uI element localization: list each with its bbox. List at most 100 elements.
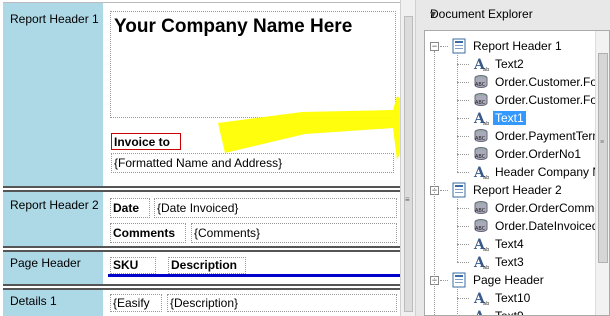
- tree-item[interactable]: AabcText3: [473, 253, 597, 271]
- band-area-report-header-2[interactable]: Date {Date Invoiced} Comments {Comments}: [103, 192, 400, 246]
- svg-text:ABC: ABC: [475, 100, 486, 106]
- svg-text:ABC: ABC: [475, 154, 486, 160]
- database-field-icon: ABC: [473, 92, 489, 108]
- document-tree[interactable]: Report Header 1 − AabcText2 ABC Order.Custom…: [424, 30, 610, 316]
- tree-item[interactable]: AabcHeader Company N: [473, 163, 601, 181]
- text-field-icon: Aabc: [473, 110, 492, 127]
- svg-text:abc: abc: [483, 67, 489, 72]
- band-details-1[interactable]: Details 1 {Easify {Description}: [0, 290, 400, 316]
- band-page-header[interactable]: Page Header SKU Description: [0, 252, 400, 284]
- tree-connector: [434, 51, 435, 315]
- band-label-text: Details 1: [10, 294, 57, 308]
- band-label-page-header[interactable]: Page Header: [3, 252, 103, 284]
- tree-connector: [457, 287, 458, 315]
- tree-item-label: Text4: [495, 237, 524, 251]
- pane-splitter[interactable]: ≡: [400, 0, 416, 316]
- tree-scrollbar-thumb[interactable]: [598, 53, 608, 263]
- tree-section-node[interactable]: Report Header 1: [452, 37, 597, 55]
- tree-connector: [457, 262, 469, 263]
- band-report-header-1[interactable]: Report Header 1 Your Company Name Here I…: [0, 3, 400, 186]
- database-field-icon: ABC: [473, 218, 489, 234]
- collapse-icon[interactable]: −: [430, 42, 439, 51]
- formatted-name-field[interactable]: {Formatted Name and Address}: [111, 153, 394, 173]
- svg-text:ABC: ABC: [475, 226, 486, 232]
- tree-item[interactable]: ABC Order.Customer.For: [474, 73, 601, 91]
- sku-label-field[interactable]: SKU: [110, 257, 156, 274]
- comments-label-field[interactable]: Comments: [110, 223, 186, 243]
- text-field-icon: Aabc: [473, 56, 492, 73]
- tree-item[interactable]: AabcText1: [473, 109, 597, 127]
- svg-text:abc: abc: [483, 301, 489, 306]
- tree-connector: [457, 154, 469, 155]
- band-label-report-header-1[interactable]: Report Header 1: [3, 3, 103, 186]
- comments-field[interactable]: {Comments}: [191, 223, 397, 243]
- band-report-header-2[interactable]: Report Header 2 Date {Date Invoiced} Com…: [0, 192, 400, 246]
- band-label-text: Report Header 2: [10, 198, 99, 212]
- date-invoiced-field[interactable]: {Date Invoiced}: [154, 198, 397, 218]
- tree-connector: [440, 280, 448, 281]
- svg-text:ABC: ABC: [475, 82, 486, 88]
- band-label-details-1[interactable]: Details 1: [3, 290, 103, 316]
- text-field-icon: Aabc: [473, 164, 492, 181]
- svg-text:ABC: ABC: [475, 208, 486, 214]
- tree-section-node[interactable]: Page Header: [452, 271, 597, 289]
- tree-section-node[interactable]: Report Header 2: [452, 181, 597, 199]
- tree-connector: [440, 46, 448, 47]
- tree-item[interactable]: ABC Order.OrderComme: [474, 199, 601, 217]
- invoice-to-field[interactable]: Invoice to: [111, 133, 181, 150]
- tree-item[interactable]: ABC Order.OrderNo1: [474, 145, 597, 163]
- easify-field[interactable]: {Easify: [110, 294, 162, 312]
- text-field-icon: Aabc: [473, 236, 492, 253]
- tree-item-label: Order.DateInvoiced: [495, 219, 599, 233]
- company-name-field[interactable]: Your Company Name Here: [110, 11, 396, 118]
- tree-connector: [457, 100, 469, 101]
- tree-connector: [457, 136, 469, 137]
- tree-connector: [457, 82, 469, 83]
- tree-scrollbar[interactable]: ≡: [595, 31, 609, 315]
- designer-scrollbar-thumb[interactable]: [404, 16, 413, 312]
- description-label-field[interactable]: Description: [168, 257, 246, 274]
- band-label-report-header-2[interactable]: Report Header 2: [3, 192, 103, 246]
- document-explorer-panel: Document Explorer ▾ Report Header 1 − Aabc…: [416, 0, 610, 316]
- database-field-icon: ABC: [473, 128, 489, 144]
- database-field-icon: ABC: [473, 146, 489, 162]
- tree-item[interactable]: ABC Order.PaymentTerm: [474, 127, 602, 145]
- svg-text:abc: abc: [483, 175, 489, 180]
- page-header-rule: [108, 274, 400, 277]
- tree-item-label: Order.PaymentTerm: [495, 129, 603, 143]
- svg-text:abc: abc: [483, 121, 489, 126]
- tree-item-label: Page Header: [473, 273, 544, 287]
- tree-item-label: Text9: [495, 309, 524, 316]
- band-area-page-header[interactable]: SKU Description: [103, 252, 400, 284]
- tree-connector: [457, 197, 458, 262]
- tree-item-label: Order.OrderComme: [495, 201, 602, 215]
- tree-item[interactable]: ABC Order.Customer.For: [474, 91, 601, 109]
- band-label-text: Report Header 1: [10, 12, 99, 26]
- section-icon: [451, 38, 467, 54]
- database-field-icon: ABC: [473, 74, 489, 90]
- svg-text:A: A: [473, 309, 486, 316]
- tree-item-label: Order.Customer.For: [495, 93, 602, 107]
- band-area-report-header-1[interactable]: Your Company Name Here Invoice to {Forma…: [103, 3, 400, 186]
- tree-item-label: Report Header 1: [473, 39, 562, 53]
- tree-item[interactable]: Aabc Text9: [473, 307, 597, 316]
- tree-item[interactable]: AabcText10: [473, 289, 597, 307]
- description-field[interactable]: {Description}: [167, 294, 397, 312]
- section-icon: [451, 272, 467, 288]
- tree-connector: [457, 298, 469, 299]
- svg-text:ABC: ABC: [475, 136, 486, 142]
- report-designer[interactable]: Report Header 1 Your Company Name Here I…: [0, 0, 400, 316]
- tree-item[interactable]: ABC Order.DateInvoiced: [474, 217, 599, 235]
- section-icon: [451, 182, 467, 198]
- tree-item[interactable]: AabcText4: [473, 235, 597, 253]
- text-field-icon: Aabc: [473, 290, 492, 307]
- tree-item-label: Order.Customer.For: [495, 75, 602, 89]
- tree-item[interactable]: AabcText2: [473, 55, 597, 73]
- tree-connector: [457, 53, 458, 172]
- band-area-details-1[interactable]: {Easify {Description}: [103, 290, 400, 316]
- tree-item-label: Text3: [495, 255, 524, 269]
- tree-item-label: Header Company N: [495, 165, 602, 179]
- tree-item-label: Text10: [495, 291, 531, 305]
- pin-icon[interactable]: ▾: [430, 7, 604, 21]
- date-label-field[interactable]: Date: [110, 198, 150, 218]
